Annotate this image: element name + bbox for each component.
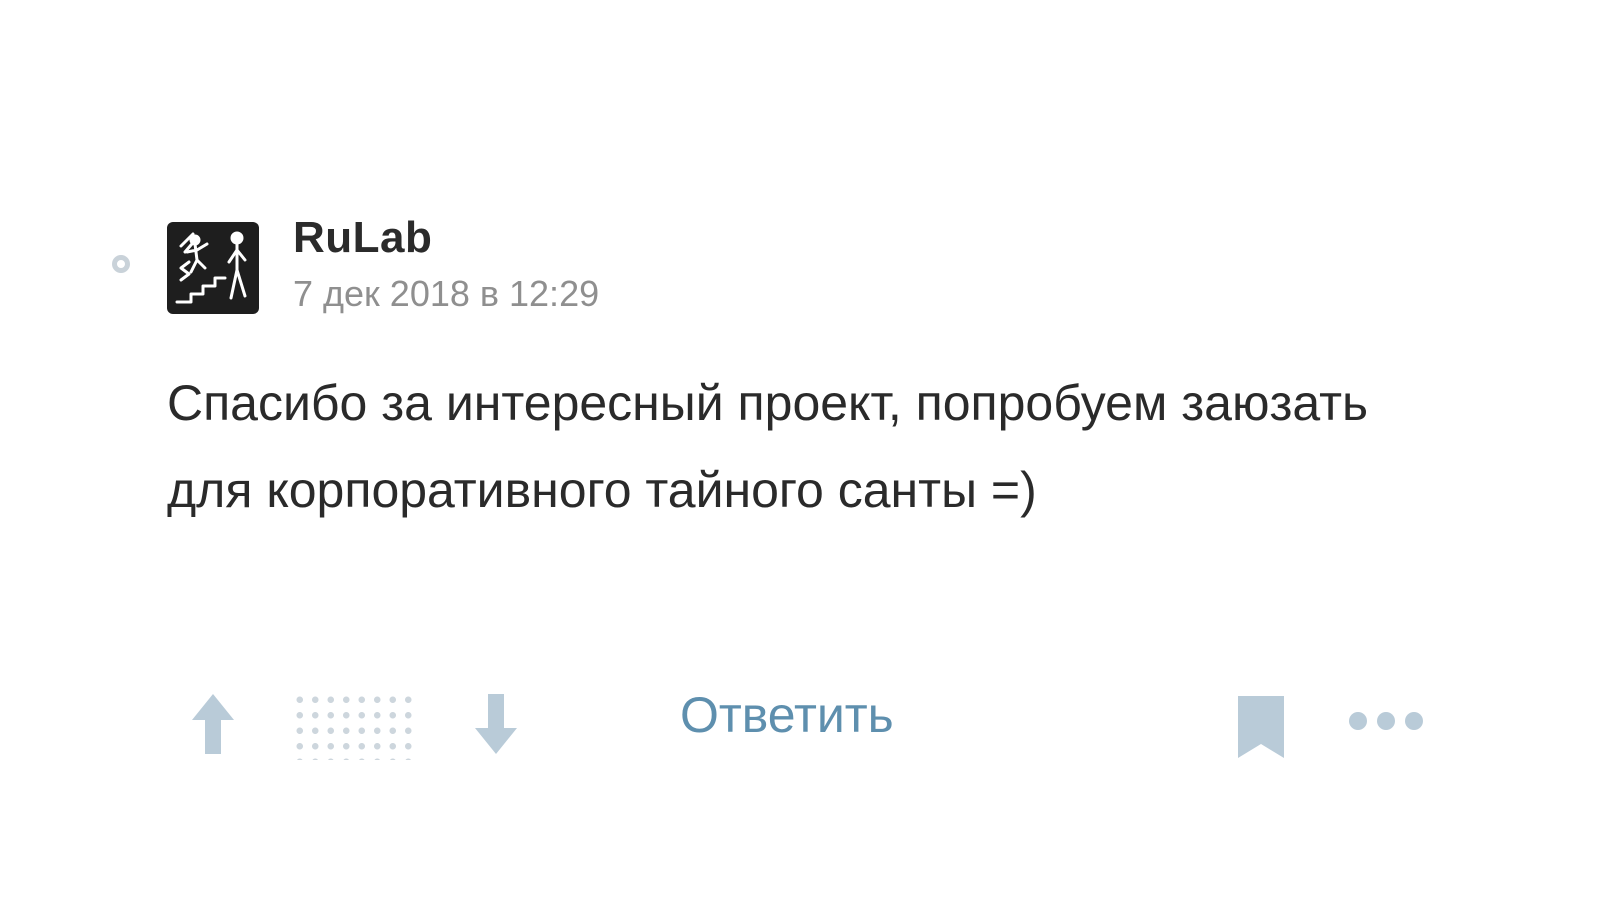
author-name[interactable]: RuLab (293, 213, 432, 262)
unread-circle-icon (112, 255, 130, 273)
more-dots-icon[interactable] (1348, 710, 1424, 732)
arrow-up-icon[interactable] (190, 692, 236, 756)
arrow-down-icon[interactable] (473, 692, 519, 756)
avatar[interactable] (167, 222, 259, 314)
score-hidden (292, 692, 418, 760)
comment-actions: Ответить (0, 680, 1600, 760)
comment-timestamp[interactable]: 7 дек 2018 в 12:29 (293, 274, 599, 314)
bookmark-icon[interactable] (1236, 694, 1286, 760)
staircase-people-icon (175, 231, 247, 304)
reply-button[interactable]: Ответить (680, 685, 894, 745)
comment-text: Спасибо за интересный проект, попробуем … (167, 375, 1369, 518)
comment: RuLab 7 дек 2018 в 12:29 Спасибо за инте… (0, 0, 1600, 900)
